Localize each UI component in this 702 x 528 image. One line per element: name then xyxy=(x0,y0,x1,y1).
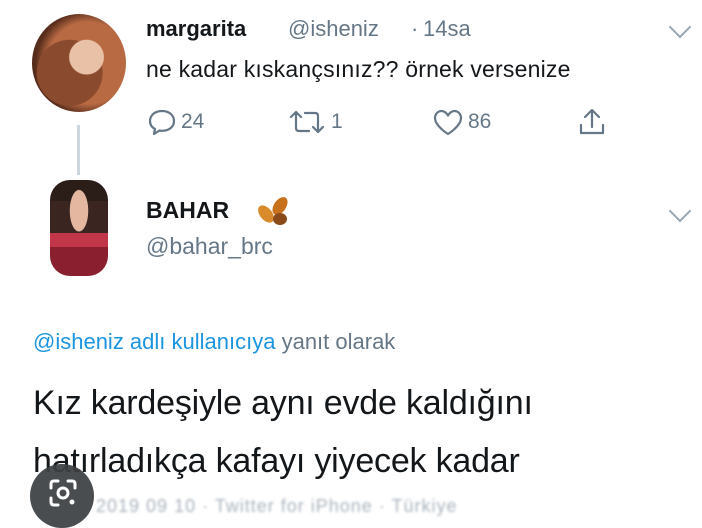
tweet-body-line: hatırladıkça kafayı yiyecek kadar xyxy=(33,442,520,480)
retweet-count: 1 xyxy=(331,110,343,133)
author-handle[interactable]: @isheniz xyxy=(288,16,379,42)
reply-count: 24 xyxy=(181,110,205,133)
author-handle[interactable]: @bahar_brc xyxy=(146,233,273,260)
share-icon xyxy=(579,108,605,135)
chevron-down-icon[interactable] xyxy=(668,15,692,39)
tweet-timestamp[interactable]: 14sa xyxy=(423,16,471,42)
reply-button[interactable]: 24 xyxy=(147,106,204,138)
tweet-text: ne kadar kıskançsınız?? örnek versenize xyxy=(146,56,571,82)
tweet-meta-cutoff: 2019 09 10 · Twitter for iPhone · Türkiy… xyxy=(96,496,458,516)
heart-icon xyxy=(433,109,463,136)
chevron-down-icon[interactable] xyxy=(668,199,692,223)
avatar-margarita[interactable] xyxy=(32,14,126,112)
thread-line xyxy=(77,125,80,175)
replying-suffix: yanıt olarak xyxy=(281,329,396,354)
like-button[interactable]: 86 xyxy=(432,106,491,138)
author-name[interactable]: BAHAR xyxy=(146,197,229,224)
replying-mention-link[interactable]: @isheniz adlı kullanıcıya xyxy=(33,329,275,354)
separator-dot: · xyxy=(411,16,419,41)
author-name[interactable]: margarita xyxy=(146,16,246,42)
tweet-body-line: Kız kardeşiyle aynı evde kaldığını xyxy=(33,384,533,422)
share-button[interactable] xyxy=(577,106,607,138)
retweet-icon xyxy=(289,110,325,134)
retweet-button[interactable]: 1 xyxy=(287,106,343,138)
like-count: 86 xyxy=(468,110,492,133)
replying-to: @isheniz adlı kullanıcıya yanıt olarak xyxy=(33,329,395,355)
comment-icon xyxy=(148,109,176,136)
avatar-bahar[interactable] xyxy=(50,180,108,276)
google-lens-icon[interactable] xyxy=(30,464,94,528)
leaf-emoji-icon xyxy=(258,197,288,225)
